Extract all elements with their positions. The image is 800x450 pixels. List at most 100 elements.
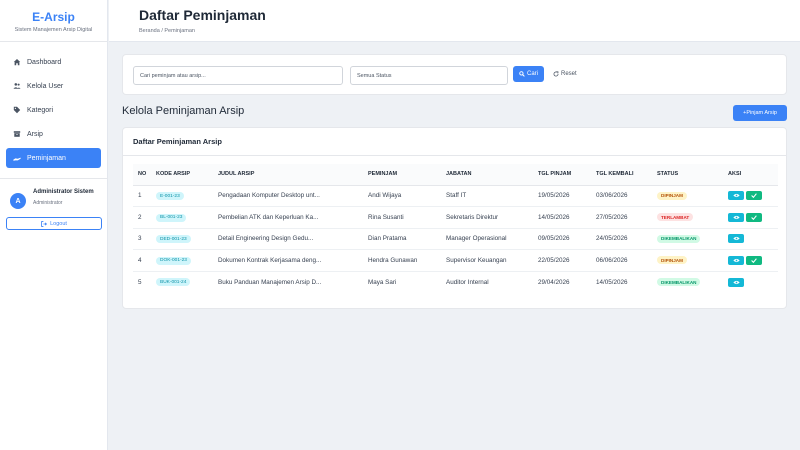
cell-judul: Buku Panduan Manajemen Arsip D... <box>218 278 322 286</box>
cell-tgl-kembali: 27/05/2026 <box>596 206 657 229</box>
section-title: Kelola Peminjaman Arsip <box>122 105 245 117</box>
cell-kode: E-001-23 <box>156 185 218 207</box>
cell-no: 3 <box>133 228 156 250</box>
page-header: Daftar Peminjaman Beranda / Peminjaman <box>109 0 800 42</box>
col-header-kode: KODE ARSIP <box>156 164 218 186</box>
view-button[interactable] <box>728 277 744 287</box>
eye-icon <box>732 258 740 262</box>
user-name: Administrator Sistem <box>33 189 94 195</box>
sidebar-item-label: Arsip <box>27 130 43 138</box>
cell-aksi <box>728 228 778 250</box>
sidebar-nav: Dashboard Kelola User Kategori Arsip Pem… <box>0 42 107 168</box>
table-row: 5 BUK-001-24 Buku Panduan Manajemen Arsi… <box>133 271 778 293</box>
cell-judul: Pengadaan Komputer Desktop unt... <box>218 185 368 207</box>
sidebar-item-dashboard[interactable]: Dashboard <box>6 52 101 72</box>
sidebar-item-label: Dashboard <box>27 58 62 66</box>
cell-jabatan: Sekretaris Direktur <box>446 206 538 229</box>
cell-peminjam: Hendra Gunawan <box>368 249 446 272</box>
search-icon <box>519 71 525 77</box>
table-card: Daftar Peminjaman Arsip NO KODE ARSIP JU… <box>122 127 787 309</box>
breadcrumb: Beranda / Peminjaman <box>139 28 195 34</box>
cell-kode: BL-001-23 <box>156 206 218 229</box>
cell-judul: Dokumen Kontrak Kerjasama deng... <box>218 249 368 272</box>
status-badge: DIPINJAM <box>657 256 687 265</box>
cell-status: DIPINJAM <box>657 185 728 207</box>
view-button[interactable] <box>728 191 744 201</box>
cell-peminjam: Dian Pratama <box>368 228 446 250</box>
cell-tgl-pinjam: 19/05/2026 <box>538 185 596 207</box>
return-button[interactable] <box>746 212 762 222</box>
cell-tgl-pinjam: 29/04/2026 <box>538 278 570 286</box>
cell-status: DIKEMBALIKAN <box>657 228 728 250</box>
cell-tgl-kembali: 06/06/2026 <box>596 249 657 272</box>
search-button-label: Cari <box>526 71 538 77</box>
add-loan-button[interactable]: +Pinjam Arsip <box>733 105 787 121</box>
avatar: A <box>10 193 26 209</box>
reset-button[interactable]: Reset <box>553 66 577 82</box>
cell-tgl-kembali: 14/05/2026 <box>596 278 628 286</box>
page-title: Daftar Peminjaman <box>139 7 266 23</box>
cell-no: 2 <box>133 206 156 229</box>
view-button[interactable] <box>728 255 744 265</box>
cell-aksi <box>728 271 778 293</box>
view-button[interactable] <box>728 212 744 222</box>
cell-status: DIPINJAM <box>657 249 728 272</box>
cell-peminjam: Maya Sari <box>368 278 397 286</box>
cell-aksi <box>728 206 778 229</box>
table-row: 4 DOK-001-23 Dokumen Kontrak Kerjasama d… <box>133 249 778 272</box>
table-header-row: NO KODE ARSIP JUDUL ARSIP PEMINJAM JABAT… <box>133 164 778 186</box>
cell-aksi <box>728 249 778 272</box>
cell-jabatan: Manager Operasional <box>446 228 538 250</box>
table-row: 3 DED-001-23 Detail Engineering Design G… <box>133 228 778 250</box>
archive-icon <box>13 130 21 138</box>
reset-button-label: Reset <box>561 71 577 77</box>
status-badge: DIKEMBALIKAN <box>657 234 701 243</box>
cell-jabatan: Supervisor Keuangan <box>446 249 538 272</box>
cell-peminjam: Rina Susanti <box>368 206 446 229</box>
cell-judul: Detail Engineering Design Gedu... <box>218 228 368 250</box>
sidebar-item-label: Kategori <box>27 106 54 114</box>
sidebar-item-kelola-user[interactable]: Kelola User <box>6 76 101 96</box>
logout-label: Logout <box>50 220 67 227</box>
sidebar-item-arsip[interactable]: Arsip <box>6 124 101 144</box>
cell-status: TERLAMBAT <box>657 206 728 229</box>
status-badge: DIKEMBALIKAN <box>657 278 701 286</box>
status-badge: DIPINJAM <box>657 191 687 200</box>
cell-tgl-pinjam: 09/05/2026 <box>538 228 596 250</box>
return-button[interactable] <box>746 255 762 265</box>
cell-kode: DED-001-23 <box>156 228 218 250</box>
code-badge: BUK-001-24 <box>156 278 191 287</box>
eye-icon <box>732 237 740 241</box>
logout-button[interactable]: Logout <box>6 217 102 230</box>
table-row: 2 BL-001-23 Pembelian ATK dan Keperluan … <box>133 206 778 229</box>
cell-kode: DOK-001-23 <box>156 249 218 272</box>
return-button[interactable] <box>746 191 762 201</box>
status-badge: TERLAMBAT <box>657 213 694 222</box>
sidebar-item-label: Kelola User <box>27 82 64 90</box>
home-icon <box>13 58 21 66</box>
code-badge: BL-001-23 <box>156 213 187 222</box>
col-header-no: NO <box>133 164 156 186</box>
sidebar-item-peminjaman[interactable]: Peminjaman <box>6 148 101 168</box>
col-header-aksi: AKSI <box>728 164 778 186</box>
cell-no: 5 <box>138 278 142 286</box>
cell-jabatan: Staff IT <box>446 185 538 207</box>
search-button[interactable]: Cari <box>513 66 544 82</box>
col-header-status: STATUS <box>657 164 728 186</box>
hand-icon <box>13 154 21 162</box>
col-header-peminjam: PEMINJAM <box>368 164 446 186</box>
col-header-judul: JUDUL ARSIP <box>218 164 368 186</box>
sidebar-item-label: Peminjaman <box>27 154 66 162</box>
eye-icon <box>732 280 740 284</box>
brand-subtitle: Sistem Manajemen Arsip Digital <box>14 27 93 33</box>
cell-tgl-pinjam: 14/05/2026 <box>538 206 596 229</box>
view-button[interactable] <box>728 234 744 244</box>
reset-icon <box>553 71 559 77</box>
user-role: Administrator <box>33 200 63 206</box>
search-input[interactable]: Cari peminjam atau arsip... <box>133 66 343 85</box>
col-header-jabatan: JABATAN <box>446 164 538 186</box>
sidebar-item-kategori[interactable]: Kategori <box>6 100 101 120</box>
check-icon <box>751 193 757 199</box>
status-select[interactable]: Semua Status <box>350 66 508 85</box>
user-panel: A Administrator Sistem Administrator Log… <box>0 178 108 230</box>
